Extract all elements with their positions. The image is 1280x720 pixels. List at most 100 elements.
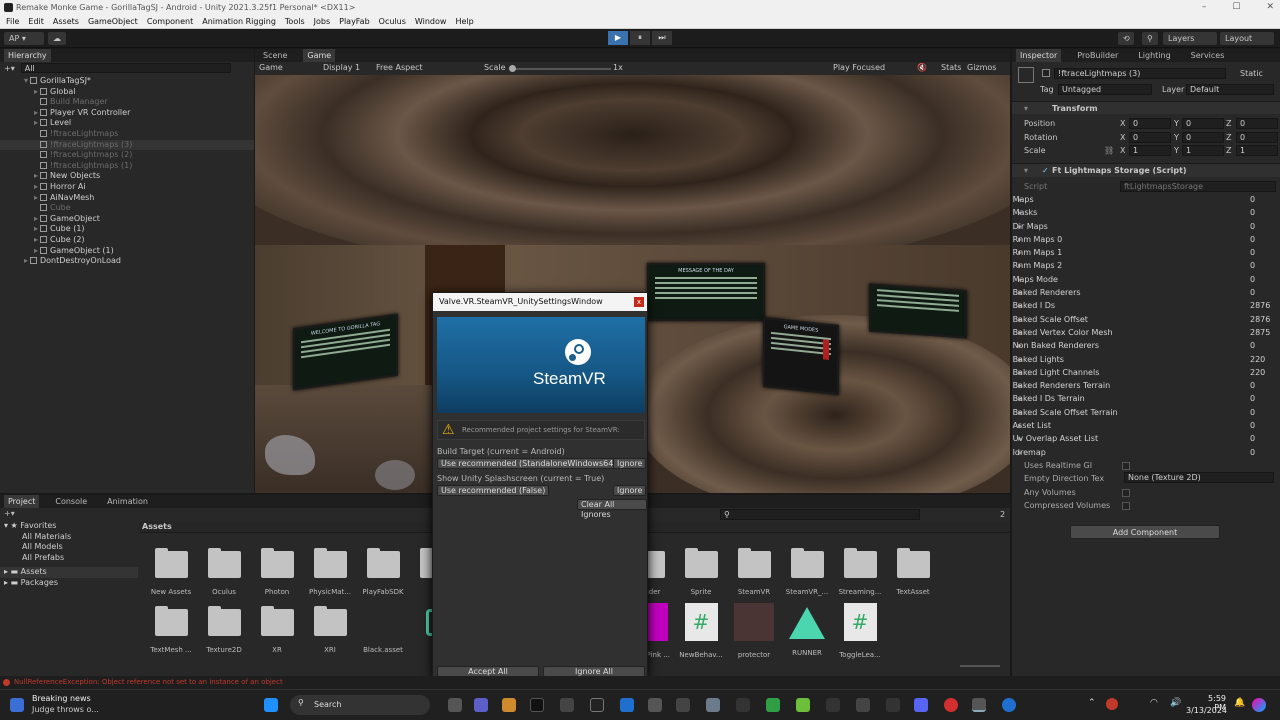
tray-app-icon[interactable]: [1106, 698, 1118, 710]
icon-size-slider[interactable]: [960, 665, 1000, 667]
component-header[interactable]: ▾ ✓ Ft Lightmaps Storage (Script): [1012, 163, 1280, 177]
active-checkbox[interactable]: [1042, 69, 1050, 77]
app-icon[interactable]: [560, 698, 574, 712]
volume-icon[interactable]: 🔊: [1170, 698, 1181, 708]
shield-icon[interactable]: [620, 698, 634, 712]
menu-edit[interactable]: Edit: [28, 17, 44, 26]
inspector-field-row[interactable]: ▸ Rnm Maps 20: [1012, 259, 1280, 272]
tab-probuilder[interactable]: ProBuilder: [1073, 49, 1122, 62]
inspector-field-row[interactable]: ▸ Rnm Maps 10: [1012, 246, 1280, 259]
field-value[interactable]: 0: [1250, 246, 1270, 259]
hierarchy-item[interactable]: Cube: [0, 203, 254, 214]
menu-playfab[interactable]: PlayFab: [339, 17, 370, 26]
menu-animation-rigging[interactable]: Animation Rigging: [202, 17, 276, 26]
texture-field[interactable]: None (Texture 2D): [1124, 472, 1274, 484]
inspector-field-row[interactable]: ▸ Baked I Ds 2876: [1012, 299, 1280, 312]
hierarchy-item[interactable]: Build Manager: [0, 97, 254, 108]
explorer-icon[interactable]: [502, 698, 516, 712]
layer-dropdown[interactable]: Default: [1186, 84, 1274, 95]
tab-hierarchy[interactable]: Hierarchy: [4, 49, 51, 62]
assets-breadcrumb[interactable]: Assets: [142, 522, 172, 531]
field-value[interactable]: 220: [1250, 353, 1270, 366]
chat-icon[interactable]: [474, 698, 488, 712]
hierarchy-item[interactable]: !ftraceLightmaps (1): [0, 161, 254, 172]
field-value[interactable]: 0: [1250, 206, 1270, 219]
app-icon-3[interactable]: [676, 698, 690, 712]
inspector-field-row[interactable]: ▸ Masks 0: [1012, 206, 1280, 219]
hierarchy-item[interactable]: ▸ Cube (1): [0, 224, 254, 235]
unity-editor-icon[interactable]: [972, 698, 986, 712]
tab-lighting[interactable]: Lighting: [1134, 49, 1174, 62]
asset-item[interactable]: Photon: [251, 547, 303, 597]
inspector-field-row[interactable]: ▸ Uv Overlap Asset List 0: [1012, 432, 1280, 445]
taskbar-search[interactable]: ⚲ Search: [290, 695, 430, 715]
tab-animation[interactable]: Animation: [103, 495, 152, 508]
field-value[interactable]: 0: [1250, 419, 1270, 432]
field-value[interactable]: 2876: [1250, 299, 1270, 312]
position-z-field[interactable]: 0: [1236, 118, 1278, 129]
hierarchy-item[interactable]: !ftraceLightmaps (3): [0, 139, 254, 151]
account-dropdown[interactable]: AP ▾: [4, 32, 44, 45]
opera-icon[interactable]: [944, 698, 958, 712]
field-value[interactable]: 0: [1250, 233, 1270, 246]
close-window-button[interactable]: ✕: [1266, 0, 1274, 15]
task-view-icon[interactable]: [448, 698, 462, 712]
asset-item[interactable]: Sprite: [675, 547, 727, 597]
settings-icon[interactable]: [706, 698, 720, 712]
copilot-icon[interactable]: [1252, 698, 1266, 712]
hierarchy-item[interactable]: ▸ AiNavMesh: [0, 193, 254, 204]
stats-button[interactable]: Stats: [941, 62, 961, 74]
hierarchy-item[interactable]: ▸ Level: [0, 118, 254, 129]
project-search-input[interactable]: ⚲: [720, 509, 920, 520]
asset-item[interactable]: protector: [728, 603, 780, 659]
menu-jobs[interactable]: Jobs: [314, 17, 331, 26]
menu-help[interactable]: Help: [455, 17, 473, 26]
fav-all-materials[interactable]: All Materials: [0, 532, 138, 543]
rotation-x-field[interactable]: 0: [1129, 132, 1171, 143]
inspector-field-row[interactable]: ▸ Dir Maps 0: [1012, 220, 1280, 233]
rotation-z-field[interactable]: 0: [1236, 132, 1278, 143]
history-icon[interactable]: ⟲: [1118, 32, 1134, 45]
hierarchy-item[interactable]: ▸ Horror Ai: [0, 182, 254, 193]
inspector-field-row[interactable]: ▸ Maps Mode 0: [1012, 273, 1280, 286]
asset-item[interactable]: RUNNER: [781, 605, 833, 657]
scale-x-field[interactable]: 1: [1129, 145, 1171, 156]
field-value[interactable]: 0: [1250, 406, 1270, 419]
favorites-node[interactable]: ▾ ★ Favorites: [0, 521, 138, 532]
unity-hub-icon[interactable]: [856, 698, 870, 712]
maximize-button[interactable]: ☐: [1232, 0, 1240, 15]
project-add-icon[interactable]: +▾: [4, 509, 15, 518]
menu-assets[interactable]: Assets: [53, 17, 79, 26]
hierarchy-item[interactable]: ▸ Cube (2): [0, 235, 254, 246]
asset-item[interactable]: PlayFabSDK: [357, 547, 409, 597]
field-value[interactable]: 0: [1250, 432, 1270, 445]
field-value[interactable]: 0: [1250, 220, 1270, 233]
asset-item[interactable]: TextMesh ...: [145, 605, 197, 655]
wifi-icon[interactable]: ◠: [1150, 698, 1158, 708]
news-subtitle[interactable]: Judge throws o...: [32, 705, 99, 714]
inspector-field-row[interactable]: ▸ Idremap 0: [1012, 446, 1280, 459]
tab-services[interactable]: Services: [1187, 49, 1229, 62]
gizmos-button[interactable]: Gizmos: [967, 62, 996, 74]
meta-icon[interactable]: [826, 698, 840, 712]
tab-scene[interactable]: Scene: [259, 49, 291, 62]
menu-component[interactable]: Component: [147, 17, 193, 26]
hierarchy-item[interactable]: ▸ Global: [0, 87, 254, 98]
inspector-extra-row[interactable]: Compressed Volumes: [1012, 499, 1280, 512]
hierarchy-item[interactable]: ▸ GameObject: [0, 214, 254, 225]
display-dropdown[interactable]: Display 1: [323, 62, 360, 74]
tab-project[interactable]: Project: [4, 495, 40, 508]
ignore-build-button[interactable]: Ignore: [613, 458, 647, 469]
hierarchy-item[interactable]: ▸ Player VR Controller: [0, 108, 254, 119]
fav-all-models[interactable]: All Models: [0, 542, 138, 553]
notification-icon[interactable]: 🔔: [1234, 698, 1245, 708]
pause-button[interactable]: ⏸: [630, 31, 650, 45]
asset-item[interactable]: Streaming...: [834, 547, 886, 597]
steamvr-icon[interactable]: [1002, 698, 1016, 712]
field-value[interactable]: 0: [1250, 273, 1270, 286]
asset-item[interactable]: SteamVR_...: [781, 547, 833, 597]
clear-all-ignores-button[interactable]: Clear All Ignores: [577, 499, 647, 519]
object-name-field[interactable]: !ftraceLightmaps (3): [1054, 68, 1226, 79]
xbox-icon[interactable]: [766, 698, 780, 712]
unreal-icon[interactable]: [590, 698, 604, 712]
